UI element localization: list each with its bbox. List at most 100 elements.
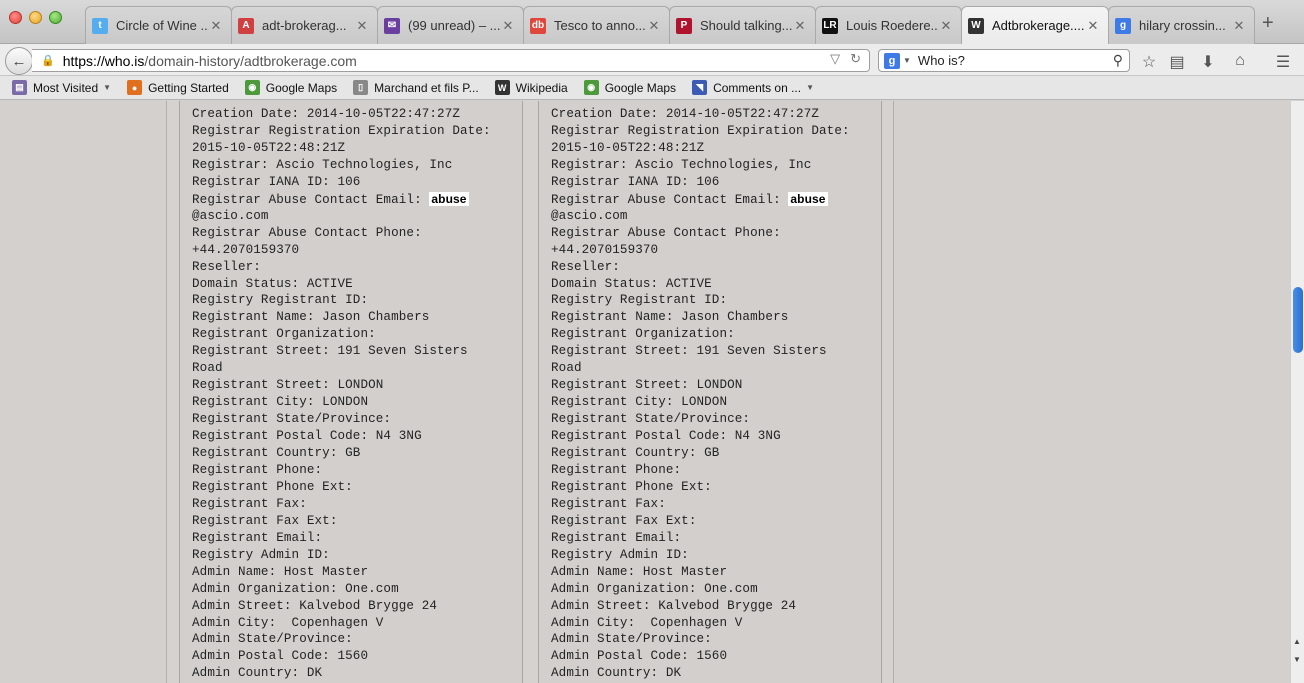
browser-tab[interactable]: Aadt-brokerag... ✕ [231,6,378,44]
bookmark-item[interactable]: ◉ Google Maps [583,80,676,95]
chevron-down-icon[interactable]: ▼ [103,83,111,92]
bookmark-item[interactable]: ◉ Google Maps [244,80,337,95]
whois-line-text: Admin Street: Kalvebod Brygge 24 [551,598,797,613]
search-input[interactable]: Who is? [918,53,965,68]
whois-line: Admin Country: DK [551,666,681,680]
whois-line-text: Registrant Organization: [551,327,735,342]
vertical-scrollbar[interactable]: ▲ ▼ [1290,101,1304,683]
tab-title: Circle of Wine ... [116,18,209,33]
whois-line: Registry Registrant ID: [192,293,368,307]
chevron-down-icon[interactable]: ▼ [806,83,814,92]
whois-line: Registrar Registration Expiration Date: [192,124,491,138]
bookmark-item[interactable]: ◥ Comments on ... ▼ [692,80,814,95]
whois-line: Admin Name: Host Master [551,565,727,579]
whois-line-text: @ascio.com [192,208,269,223]
bookmark-item[interactable]: W Wikipedia [494,80,568,95]
whois-line-text: Registrar: Ascio Technologies, Inc [551,157,812,172]
minimize-window-button[interactable] [29,11,42,24]
tab-close-icon[interactable]: ✕ [1086,18,1100,34]
bookmark-label: Most Visited [33,80,99,95]
tab-close-icon[interactable]: ✕ [939,18,953,34]
search-icon[interactable]: ⚲ [1113,52,1123,69]
whois-line-text: 2015-10-05T22:48:21Z [192,140,346,155]
whois-line-text: Domain Status: ACTIVE [551,276,712,291]
whois-line: Registrant Fax: [192,497,307,511]
search-engine-dropdown-icon[interactable]: ▼ [903,56,911,65]
whois-line-text: Registrant Phone Ext: [551,479,712,494]
menu-icon[interactable]: ☰ [1273,52,1293,72]
browser-tab[interactable]: W Adtbrokerage.... ✕ [961,6,1109,44]
whois-line: Admin State/Province: [192,632,353,646]
whois-line-text: Admin State/Province: [192,632,353,647]
url-text[interactable]: https://who.is/domain-history/adtbrokera… [63,53,357,69]
wikipedia-icon: W [494,80,510,95]
tab-title: (99 unread) – ... [408,18,501,33]
whois-line-text: Registrant Name: Jason Chambers [551,310,789,325]
whois-line: Registrar Abuse Contact Phone: [551,226,781,240]
whois-line: Reseller: [551,260,620,274]
whois-line: Admin Postal Code: 1560 [551,649,727,663]
lrwa-icon: LR [822,17,838,34]
bookmark-item[interactable]: ▤ Most Visited ▼ [12,80,111,95]
whois-line: Registrant Street: 191 Seven Sisters [192,344,468,358]
search-bar[interactable]: g ▼ Who is? ⚲ [878,49,1130,72]
reload-icon[interactable]: ↻ [850,51,861,67]
whois-line: Registrant Phone: [551,463,681,477]
whois-line-text: Registrant Name: Jason Chambers [192,310,430,325]
whois-line: Registrar Abuse Contact Email: abuse [551,191,828,207]
url-history-dropdown-icon[interactable]: ▽ [830,51,840,67]
new-tab-button[interactable]: + [1262,12,1274,35]
browser-tab[interactable]: LR Louis Roedere... ✕ [815,6,962,44]
whois-history-panel: · Creation Date: 2014-10-05T22:47:27Z Reg… [166,101,894,683]
whois-line-text: +44.2070159370 [192,242,300,257]
whois-line-text: Registrant Country: GB [192,446,361,460]
tab-title: adt-brokerag... [262,18,347,33]
whois-line: +44.2070159370 [551,243,658,257]
bookmark-item[interactable]: ▯ Marchand et fils P... [353,80,479,95]
tab-close-icon[interactable]: ✕ [501,18,515,34]
whois-line-text: Creation Date: 2014-10-05T22:47:27Z [551,107,820,121]
whois-line-text: Reseller: [551,259,620,274]
tab-close-icon[interactable]: ✕ [647,18,661,34]
firefox-icon: ● [127,80,143,95]
close-window-button[interactable] [9,11,22,24]
tab-title: Louis Roedere... [846,18,939,33]
google-search-engine-icon[interactable]: g [884,52,900,69]
browser-tab[interactable]: ✉ (99 unread) – ... ✕ [377,6,524,44]
browser-tab[interactable]: t Circle of Wine ... ✕ [85,6,232,44]
tab-close-icon[interactable]: ✕ [793,18,807,34]
whois-line-text: Registry Registrant ID: [192,293,369,308]
scroll-down-arrow-icon[interactable]: ▼ [1293,655,1301,664]
whois-line-text: Registrant City: LONDON [551,395,728,410]
browser-tab[interactable]: g hilary crossin... ✕ [1108,6,1255,44]
scroll-up-arrow-icon[interactable]: ▲ [1293,637,1301,646]
tab-close-icon[interactable]: ✕ [1232,18,1246,34]
whois-line-text: Reseller: [192,259,261,274]
tab-close-icon[interactable]: ✕ [209,18,223,34]
back-button[interactable]: ← [5,47,33,75]
whois-line: Registrant City: LONDON [192,395,368,409]
browser-tab[interactable]: P Should talking... ✕ [669,6,816,44]
downloads-icon[interactable]: ⬇ [1198,52,1218,72]
scrollbar-thumb[interactable] [1293,287,1303,353]
whois-line-text: Road [551,361,582,376]
reading-list-icon[interactable]: ▤ [1167,52,1187,72]
whois-line: Registry Registrant ID: [551,293,727,307]
whois-line-text: Registrant Fax: [551,496,666,511]
whois-record-right: · Creation Date: 2014-10-05T22:47:27Z Reg… [538,101,882,683]
whois-line-text: Admin Country: DK [551,666,682,681]
whois-line-text: Registrant Phone: [551,462,682,477]
url-bar[interactable]: 🔒 https://who.is/domain-history/adtbroke… [32,49,870,72]
bookmark-item[interactable]: ● Getting Started [127,80,229,95]
whois-line-text: Registrant Street: 191 Seven Sisters [551,344,827,359]
page-icon: ▯ [353,80,369,95]
whois-line-text: Road [192,361,223,376]
bookmarks-toolbar: ▤ Most Visited ▼ ● Getting Started ◉ Google Ma… [0,76,1304,100]
tab-strip: t Circle of Wine ... ✕ Aadt-brokerag... ✕ ✉ (9… [0,0,1304,44]
bookmark-star-icon[interactable]: ☆ [1139,52,1159,72]
home-icon[interactable]: ⌂ [1230,52,1250,70]
zoom-window-button[interactable] [49,11,62,24]
bookmark-label: Comments on ... [713,80,802,95]
tab-close-icon[interactable]: ✕ [355,18,369,34]
browser-tab[interactable]: db Tesco to anno... ✕ [523,6,670,44]
